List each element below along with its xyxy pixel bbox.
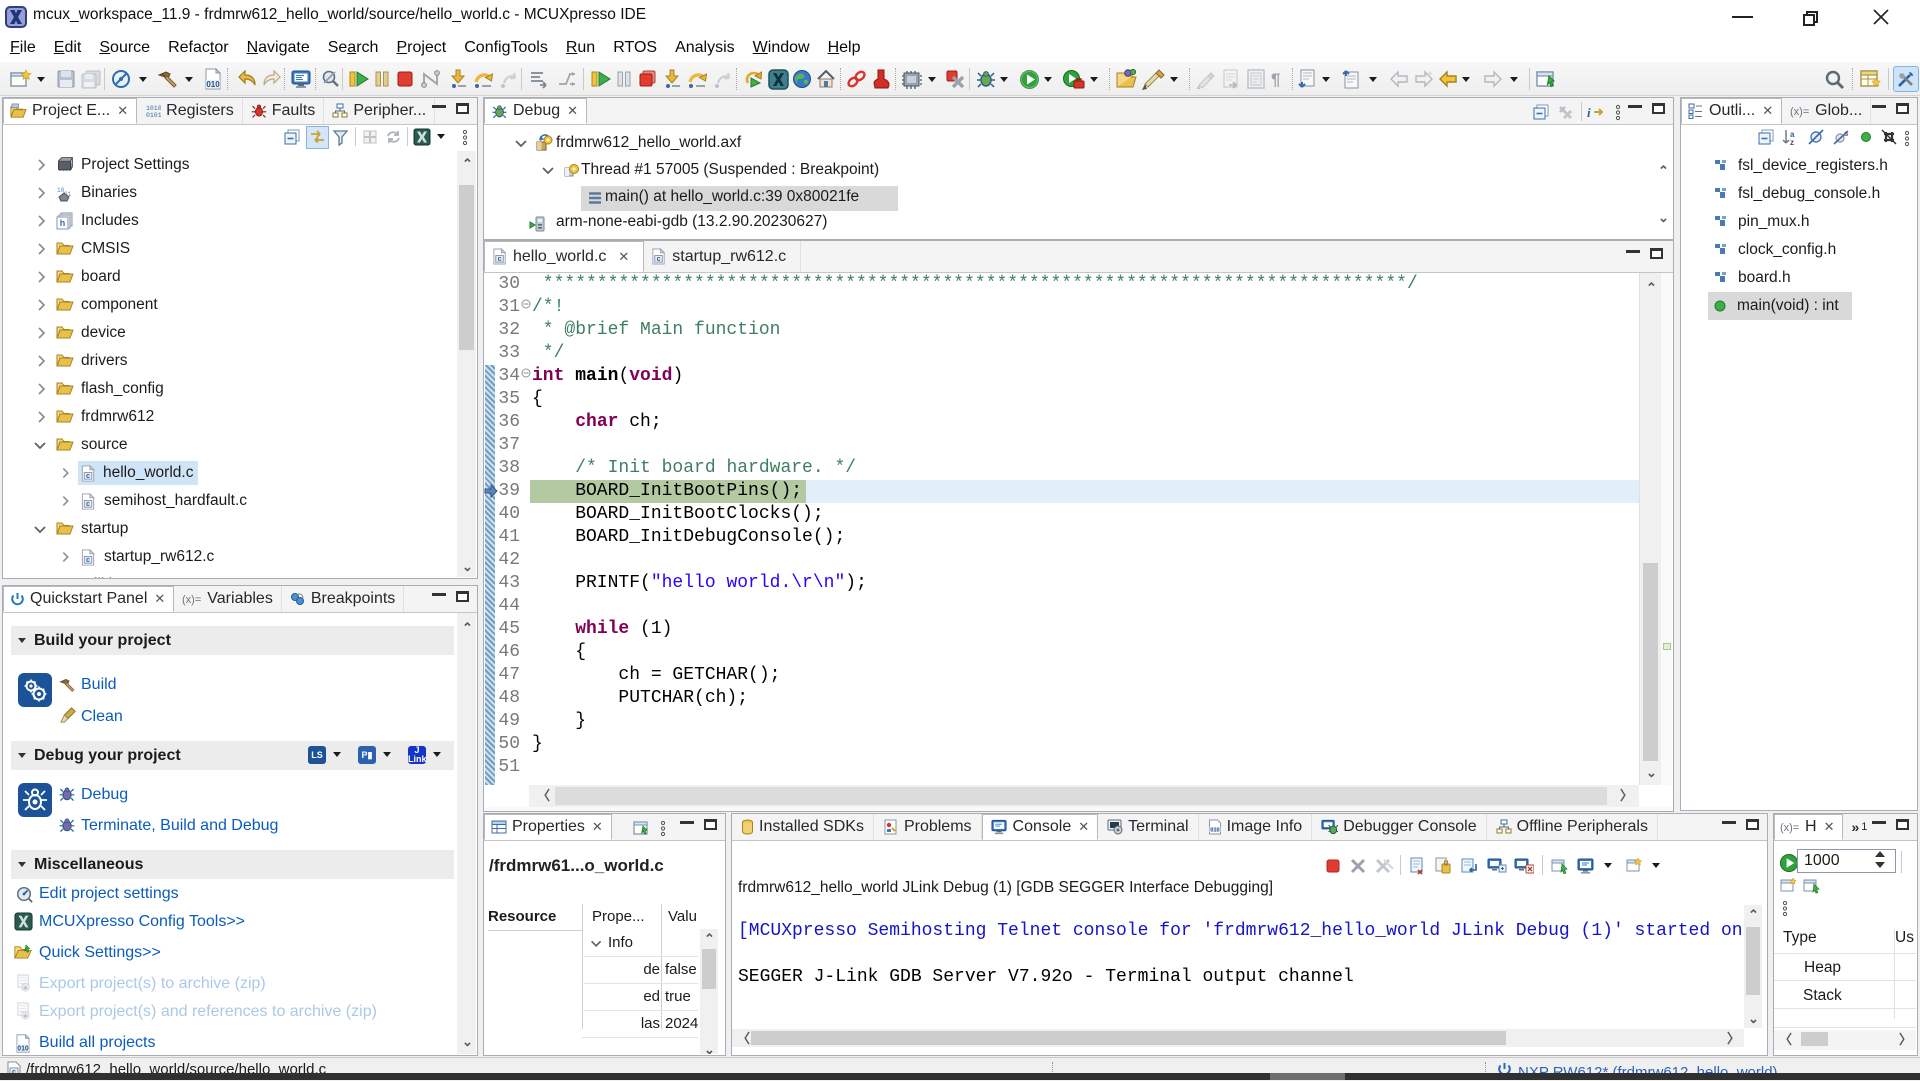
- svg-text:0101: 0101: [146, 112, 161, 119]
- svg-text:(x)=: (x)=: [1780, 822, 1799, 834]
- svg-text:h: h: [60, 218, 66, 228]
- svg-text:1010: 1010: [146, 105, 161, 112]
- svg-text:010: 010: [1210, 828, 1219, 834]
- svg-text:z: z: [1790, 138, 1794, 147]
- svg-text:010: 010: [17, 1045, 29, 1052]
- svg-text:(x)=: (x)=: [182, 594, 201, 606]
- svg-text:i: i: [1587, 105, 1591, 120]
- svg-text:010: 010: [206, 80, 220, 89]
- svg-text:(x)=: (x)=: [1790, 106, 1809, 118]
